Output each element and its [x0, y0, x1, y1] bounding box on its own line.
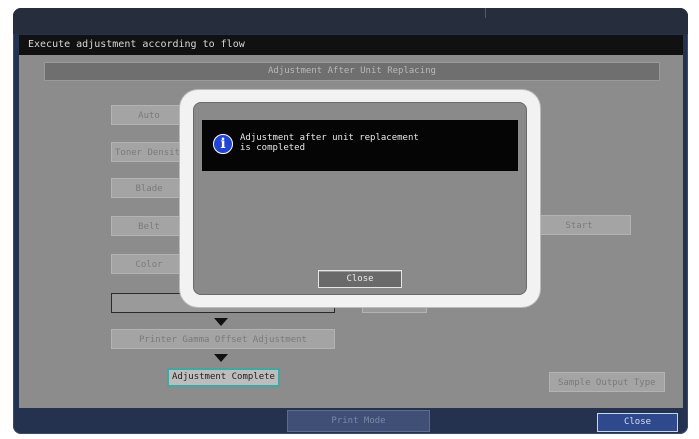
- start-button[interactable]: Start: [527, 215, 631, 235]
- flow-step-printer-gamma[interactable]: Printer Gamma Offset Adjustment: [111, 329, 335, 349]
- dialog-message: Adjustment after unit replacement is com…: [240, 133, 500, 153]
- screen-subtitle: Adjustment After Unit Replacing: [44, 62, 660, 81]
- screen-header: Execute adjustment according to flow: [19, 35, 683, 55]
- down-arrow-icon: [214, 318, 228, 326]
- close-button[interactable]: Close: [597, 413, 678, 432]
- flow-step-blade[interactable]: Blade: [111, 178, 187, 198]
- dialog-close-button[interactable]: Close: [318, 270, 402, 288]
- adjustment-complete-button[interactable]: Adjustment Complete: [167, 368, 280, 387]
- sample-output-type-button[interactable]: Sample Output Type: [549, 372, 665, 392]
- top-divider: [485, 8, 486, 18]
- print-mode-button[interactable]: Print Mode: [287, 410, 430, 432]
- info-icon: i: [213, 134, 233, 154]
- dialog-message-line1: Adjustment after unit replacement: [240, 133, 419, 143]
- flow-step-toner-density[interactable]: Toner Density: [111, 142, 187, 162]
- flow-step-belt[interactable]: Belt: [111, 216, 187, 236]
- dialog-message-line2: is completed: [240, 143, 306, 153]
- top-strip: [13, 8, 688, 34]
- down-arrow-icon: [214, 354, 228, 362]
- flow-step-auto[interactable]: Auto: [111, 105, 187, 125]
- flow-step-color[interactable]: Color: [111, 254, 187, 274]
